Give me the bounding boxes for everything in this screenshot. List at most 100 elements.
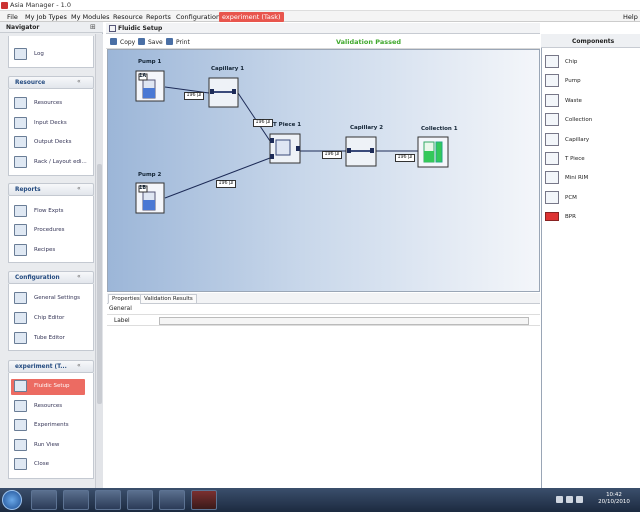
component-capillary[interactable]: Capillary: [545, 133, 637, 149]
nav-item-tube-editor[interactable]: Tube Editor: [14, 331, 86, 347]
tray-arrow-icon[interactable]: [556, 496, 563, 503]
menu-help[interactable]: Help: [620, 12, 640, 22]
component-collection[interactable]: Collection: [545, 113, 637, 129]
collapse-icon[interactable]: «: [77, 273, 81, 280]
capillary-1-node[interactable]: [208, 77, 239, 108]
nav-item-output-decks[interactable]: Output Decks: [14, 135, 86, 151]
nav-item-procedures[interactable]: Procedures: [14, 223, 86, 239]
pump-1-label: Pump 1: [138, 59, 162, 65]
document-title: Fluidic Setup: [118, 25, 163, 32]
pin-icon[interactable]: ⊞: [90, 23, 96, 31]
label-value-field[interactable]: [159, 317, 529, 325]
component-waste[interactable]: Waste: [545, 94, 637, 110]
component-bpr[interactable]: BPR: [545, 210, 637, 226]
print-button[interactable]: Print: [166, 38, 190, 46]
component-pump[interactable]: Pump: [545, 74, 637, 90]
component-label: PCM: [565, 195, 577, 201]
menu-experiment-task[interactable]: experiment (Task): [219, 12, 284, 22]
menu-reports[interactable]: Reports: [143, 12, 174, 22]
document-tab[interactable]: Fluidic Setup: [106, 23, 540, 34]
component-label: Pump: [565, 78, 581, 84]
nav-item-label: Flow Expts: [34, 208, 64, 214]
taskbar-asia-manager-button[interactable]: [191, 490, 217, 510]
volume-label[interactable]: 196 µl: [253, 119, 273, 127]
volume-label[interactable]: 196 µl: [184, 92, 204, 100]
nav-item-flow-expts[interactable]: Flow Expts: [14, 204, 86, 220]
section-header-resource[interactable]: Resource «: [8, 76, 94, 89]
document-icon: [109, 25, 116, 32]
volume-label[interactable]: 196 µl: [395, 154, 415, 162]
components-header: Components: [541, 34, 640, 48]
t-piece-1-label: T Piece 1: [273, 122, 302, 128]
flag-icon[interactable]: [566, 496, 573, 503]
capillary-2-label: Capillary 2: [350, 125, 384, 131]
scroll-thumb[interactable]: [97, 164, 102, 404]
tab-properties[interactable]: Properties: [108, 294, 144, 304]
component-label: BPR: [565, 214, 576, 220]
collection-1-node[interactable]: [417, 136, 449, 168]
properties-tabs: Properties Validation Results: [107, 293, 540, 304]
menu-resource[interactable]: Resource: [110, 12, 146, 22]
clock-time: 10:42: [606, 492, 622, 498]
nav-item-resources[interactable]: Resources: [14, 96, 86, 112]
section-header-configuration[interactable]: Configuration «: [8, 271, 94, 284]
collection-1-label: Collection 1: [421, 126, 458, 132]
pump-1-badge: 1A: [139, 74, 147, 79]
nav-item-run-view[interactable]: Run View: [14, 438, 86, 454]
menu-my-modules[interactable]: My Modules: [68, 12, 113, 22]
print-icon: [166, 38, 173, 45]
navigator-title: Navigator: [6, 24, 40, 31]
network-icon[interactable]: [576, 496, 583, 503]
volume-label[interactable]: 196 µl: [322, 151, 342, 159]
fluidic-canvas[interactable]: Pump 1 1A Pump 2 1B Capillary 1 T Piece …: [107, 49, 540, 292]
taskbar-app-button[interactable]: [95, 490, 121, 510]
settings-icon: [14, 292, 27, 304]
collapse-icon[interactable]: «: [77, 185, 81, 192]
taskbar-app-button[interactable]: [127, 490, 153, 510]
nav-item-fluidic-setup[interactable]: Fluidic Setup: [11, 379, 85, 395]
nav-item-general-settings[interactable]: General Settings: [14, 291, 86, 307]
start-button[interactable]: [2, 490, 22, 510]
section-header-reports[interactable]: Reports «: [8, 183, 94, 196]
save-button[interactable]: Save: [138, 38, 163, 46]
section-title: Configuration: [15, 275, 60, 281]
deck-icon: [14, 136, 27, 148]
nav-item-input-decks[interactable]: Input Decks: [14, 116, 86, 132]
t-piece-1-node[interactable]: [269, 133, 301, 164]
capillary-2-node[interactable]: [345, 136, 377, 167]
navigator-header: Navigator ⊞: [0, 22, 103, 33]
system-clock[interactable]: 10:42 20/10/2010: [590, 492, 638, 506]
component-chip[interactable]: Chip: [545, 55, 637, 71]
nav-item-log[interactable]: Log: [14, 47, 86, 63]
save-label: Save: [148, 39, 163, 46]
volume-label[interactable]: 196 µl: [216, 180, 236, 188]
property-label: Label: [114, 318, 130, 324]
pcm-icon: [545, 191, 559, 204]
copy-button[interactable]: Copy: [110, 38, 135, 46]
nav-item-close[interactable]: Close: [14, 457, 86, 473]
nav-item-recipes[interactable]: Recipes: [14, 243, 86, 259]
tab-validation-results[interactable]: Validation Results: [140, 294, 197, 304]
nav-item-experiments[interactable]: Experiments: [14, 418, 86, 434]
component-t-piece[interactable]: T Piece: [545, 152, 637, 168]
section-header-experiment[interactable]: experiment (T... «: [8, 360, 94, 373]
nav-item-exp-resources[interactable]: Resources: [14, 399, 86, 415]
taskbar-app-button[interactable]: [159, 490, 185, 510]
collapse-icon[interactable]: «: [77, 362, 81, 369]
nav-item-chip-editor[interactable]: Chip Editor: [14, 311, 86, 327]
taskbar-media-button[interactable]: [63, 490, 89, 510]
menu-my-job-types[interactable]: My Job Types: [22, 12, 70, 22]
component-pcm[interactable]: PCM: [545, 191, 637, 207]
collection-icon: [545, 113, 559, 126]
menu-configuration[interactable]: Configuration: [173, 12, 223, 22]
taskbar-explorer-button[interactable]: [31, 490, 57, 510]
navigator-scrollbar[interactable]: [95, 34, 103, 488]
nav-item-label: Rack / Layout edi...: [34, 159, 87, 165]
app-icon: [1, 2, 8, 9]
collapse-icon[interactable]: «: [77, 78, 81, 85]
component-mini-rim[interactable]: Mini RIM: [545, 171, 637, 187]
nav-item-label: Resources: [34, 100, 63, 106]
connection-line: [237, 92, 271, 142]
menu-file[interactable]: File: [4, 12, 21, 22]
nav-item-rack-layout[interactable]: Rack / Layout edi...: [14, 155, 87, 171]
